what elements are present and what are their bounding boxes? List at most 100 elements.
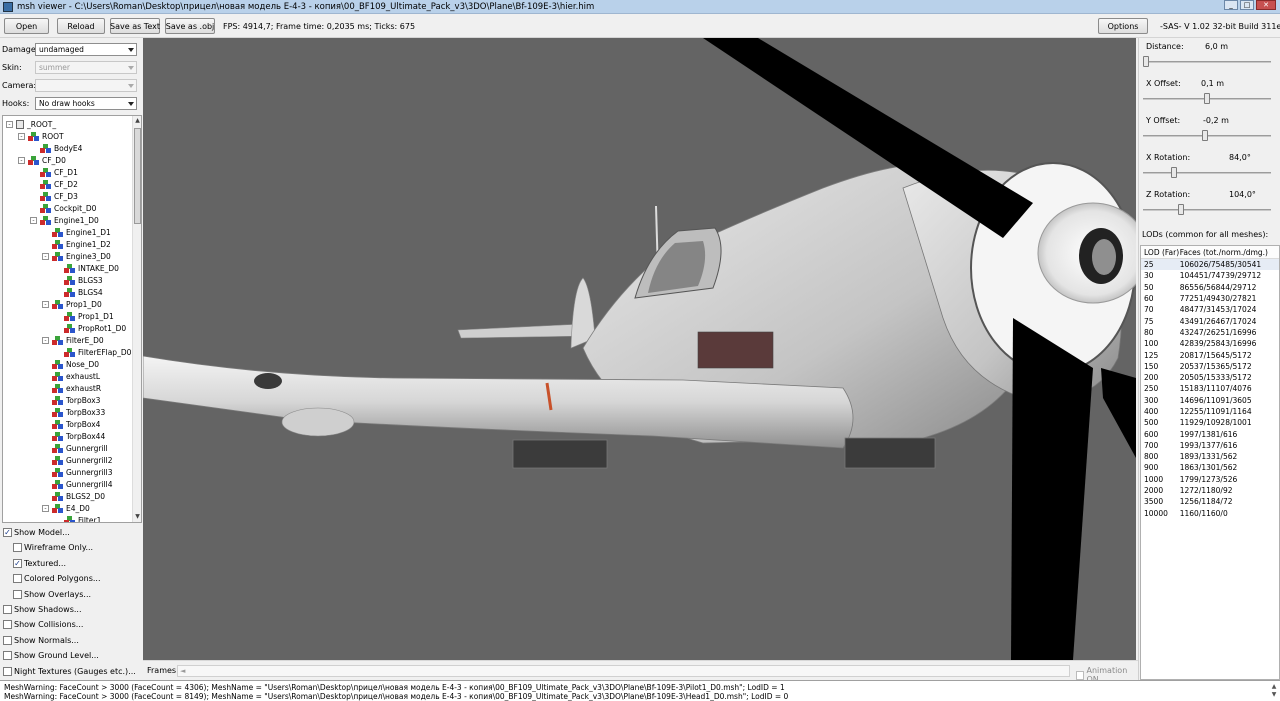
save-as-text-button[interactable]: Save as Text: [110, 18, 160, 34]
option-checkbox-row[interactable]: Show Shadows...: [3, 605, 82, 614]
checkbox[interactable]: ✓: [3, 528, 12, 537]
checkbox[interactable]: [13, 574, 22, 584]
slider-thumb[interactable]: [1204, 93, 1210, 104]
lod-row[interactable]: 25 106026/75485/30541: [1141, 259, 1279, 271]
tree-node[interactable]: - CF_D0: [18, 154, 66, 166]
lod-row[interactable]: 3500 1256/1184/72: [1141, 496, 1279, 507]
expand-toggle-icon[interactable]: -: [6, 120, 13, 128]
tree-node[interactable]: CF_D2: [30, 178, 78, 190]
tree-node[interactable]: CF_D1: [30, 166, 78, 178]
tree-node[interactable]: TorpBox44: [42, 430, 105, 442]
expand-toggle-icon[interactable]: -: [42, 336, 49, 344]
minimize-icon[interactable]: _: [1224, 0, 1238, 10]
lod-row[interactable]: 30 104451/74739/29712: [1141, 270, 1279, 281]
slider-thumb[interactable]: [1143, 56, 1149, 67]
faces-col-header[interactable]: Faces (tot./norm./dmg.): [1180, 248, 1279, 257]
slider-thumb[interactable]: [1171, 167, 1178, 178]
tree-node[interactable]: - Prop1_D0: [42, 298, 102, 310]
lod-row[interactable]: 700 1993/1377/616: [1141, 440, 1279, 451]
tree-node[interactable]: Gunnergrill4: [42, 478, 113, 490]
checkbox[interactable]: [13, 543, 22, 553]
lod-row[interactable]: 70 48477/31453/17024: [1141, 304, 1279, 315]
lod-row[interactable]: 900 1863/1301/562: [1141, 462, 1279, 473]
maximize-icon[interactable]: □: [1240, 0, 1254, 10]
tree-node[interactable]: Prop1_D1: [54, 310, 114, 322]
option-checkbox-row[interactable]: Show Normals...: [3, 635, 79, 645]
lod-row[interactable]: 60 77251/49430/27821: [1141, 293, 1279, 304]
close-icon[interactable]: ✕: [1256, 0, 1276, 10]
lod-table[interactable]: LOD (Far) Faces (tot./norm./dmg.) 25 1060…: [1140, 245, 1280, 680]
tree-scrollbar[interactable]: ▲ ▼: [132, 116, 141, 522]
checkbox[interactable]: [13, 589, 22, 599]
tree-node[interactable]: BLGS2_D0: [42, 490, 105, 502]
hooks-select[interactable]: No draw hooks: [35, 96, 137, 110]
tree-node[interactable]: TorpBox3: [42, 394, 100, 406]
lod-row[interactable]: 80 43247/26251/16996: [1141, 327, 1279, 338]
tree-node[interactable]: - E4_D0: [42, 502, 90, 514]
tree-node[interactable]: BodyE4: [30, 142, 82, 154]
slider-track[interactable]: [1143, 93, 1271, 104]
save-as-obj-button[interactable]: Save as .obj: [165, 18, 215, 34]
lod-row[interactable]: 2000 1272/1180/92: [1141, 485, 1279, 496]
lod-row[interactable]: 300 14696/11091/3605: [1141, 395, 1279, 406]
lod-row[interactable]: 500 11929/10928/1001: [1141, 417, 1279, 428]
tree-node[interactable]: BLGS3: [54, 274, 103, 286]
tree-node[interactable]: TorpBox4: [42, 418, 100, 430]
tree-node[interactable]: Gunnergrill2: [42, 454, 113, 466]
lod-row[interactable]: 400 12255/11091/1164: [1141, 406, 1279, 417]
slider-track[interactable]: [1143, 204, 1271, 215]
checkbox[interactable]: [3, 635, 12, 645]
tree-node[interactable]: - ROOT: [18, 130, 64, 142]
skin-select[interactable]: summer: [35, 60, 137, 74]
tree-node[interactable]: INTAKE_D0: [54, 262, 119, 274]
scroll-up-icon[interactable]: ▲: [134, 117, 141, 125]
scroll-thumb[interactable]: [134, 128, 141, 224]
frames-slider[interactable]: ◄: [177, 665, 1070, 677]
expand-toggle-icon[interactable]: -: [30, 216, 37, 224]
tree-node[interactable]: Gunnergrill3: [42, 466, 113, 478]
expand-toggle-icon[interactable]: -: [42, 300, 49, 308]
checkbox[interactable]: [3, 605, 12, 614]
lod-col-header[interactable]: LOD (Far): [1141, 248, 1180, 257]
tree-node[interactable]: FilterEFlap_D0: [54, 346, 131, 358]
tree-node[interactable]: exhaustR: [42, 382, 101, 394]
lod-row[interactable]: 100 42839/25843/16996: [1141, 338, 1279, 349]
tree-node[interactable]: exhaustL: [42, 370, 100, 382]
tree-node[interactable]: Gunnergrill: [42, 442, 108, 454]
reload-button[interactable]: Reload: [57, 18, 105, 34]
expand-toggle-icon[interactable]: -: [18, 156, 25, 164]
tree-node[interactable]: Cockpit_D0: [30, 202, 96, 214]
tree-node[interactable]: Engine1_D1: [42, 226, 111, 238]
tree-node[interactable]: - _ROOT_: [6, 118, 56, 130]
option-checkbox-row[interactable]: Show Overlays...: [13, 589, 91, 599]
tree-node[interactable]: PropRot1_D0: [54, 322, 126, 334]
mesh-tree[interactable]: ▲ ▼ - _ROOT_ - ROOT BodyE4- CF_D0 CF_D1 CF_D2 CF…: [2, 115, 142, 523]
slider-thumb[interactable]: [1178, 204, 1185, 215]
tree-node[interactable]: Nose_D0: [42, 358, 99, 370]
checkbox[interactable]: [3, 620, 12, 630]
expand-toggle-icon[interactable]: -: [42, 504, 49, 512]
slider-thumb[interactable]: [1201, 130, 1208, 141]
lod-row[interactable]: 75 43491/26467/17024: [1141, 315, 1279, 326]
option-checkbox-row[interactable]: Colored Polygons...: [13, 574, 100, 584]
camera-select[interactable]: [35, 78, 137, 92]
slider-track[interactable]: [1143, 56, 1271, 67]
lod-row[interactable]: 10000 1160/1160/0: [1141, 508, 1279, 519]
scroll-down-icon[interactable]: ▼: [134, 513, 141, 521]
option-checkbox-row[interactable]: ✓ Textured...: [13, 558, 66, 568]
options-button[interactable]: Options: [1098, 18, 1148, 34]
tree-node[interactable]: BLGS4: [54, 286, 103, 298]
lod-row[interactable]: 150 20537/15365/5172: [1141, 361, 1279, 372]
checkbox[interactable]: ✓: [13, 558, 22, 568]
slider-track[interactable]: [1143, 130, 1271, 141]
tree-node[interactable]: CF_D3: [30, 190, 78, 202]
lod-row[interactable]: 600 1997/1381/616: [1141, 428, 1279, 439]
log-scroll-icon[interactable]: ▲ ▼: [1270, 683, 1278, 699]
expand-toggle-icon[interactable]: -: [18, 132, 25, 140]
expand-toggle-icon[interactable]: -: [42, 252, 49, 260]
lod-row[interactable]: 1000 1799/1273/526: [1141, 474, 1279, 485]
tree-node[interactable]: - FilterE_D0: [42, 334, 104, 346]
checkbox[interactable]: [3, 666, 12, 676]
option-checkbox-row[interactable]: Night Textures (Gauges etc.)...: [3, 666, 136, 676]
tree-node[interactable]: - Engine3_D0: [42, 250, 111, 262]
